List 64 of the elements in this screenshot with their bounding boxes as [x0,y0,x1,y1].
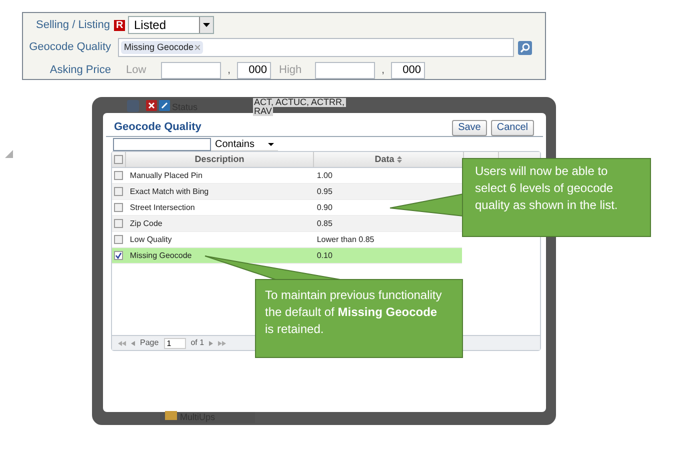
grid-row[interactable]: Missing Geocode 0.10 [112,248,462,264]
text-field[interactable] [161,62,221,78]
table-cell-text: Exact Match with Bing [128,186,210,198]
required-badge: R [114,20,126,30]
checkbox[interactable] [114,187,124,196]
checkbox[interactable] [114,251,124,260]
field-label: Asking Price [50,62,111,78]
tag-chip[interactable]: Missing Geocode [121,40,203,54]
page-number-field[interactable]: 1 [164,338,186,348]
table-cell-text: Zip Code [128,218,164,230]
text-field[interactable]: 000 [237,62,271,78]
grid-row[interactable]: Exact Match with Bing 0.95 [112,184,462,200]
caret-icon [203,23,210,27]
column-header[interactable]: Description [194,152,244,166]
field-label: Geocode Quality [29,40,111,56]
edit-icon [159,100,170,111]
grid-row[interactable]: Zip Code 0.85 [112,216,462,232]
table-cell-text: 0.85 [316,218,334,230]
status-value: ACT, ACTUC, ACTRR, [253,98,346,107]
status-dropdown[interactable]: Listed [128,16,214,34]
checkbox[interactable] [114,219,124,228]
close-icon[interactable] [194,45,200,50]
column-header[interactable]: Data [374,152,394,166]
separator-text: , [226,62,232,78]
pager-label: Page [140,337,159,349]
field-label: Selling / Listing [36,18,110,33]
table-cell-text: Street Intersection [128,202,196,214]
dialog-title: Geocode Quality [114,120,202,136]
grid-row[interactable]: Manually Placed Pin 1.00 [112,168,462,184]
table-cell-text: Low Quality [128,234,173,246]
grid-row[interactable]: Low Quality Lower than 0.85 [112,232,462,248]
table-cell-text: 0.90 [316,202,334,214]
text-field[interactable] [315,62,375,78]
dialog-button[interactable]: Save [452,120,487,136]
operator-dropdown[interactable]: Contains [211,138,278,151]
table-cell-text: 1.00 [316,170,334,182]
range-label: High [279,62,303,78]
previous-page-icon[interactable] [131,340,135,346]
checkbox[interactable] [114,171,124,180]
tag-input-field[interactable]: Missing Geocode [118,38,514,57]
sort-icon[interactable] [397,156,402,163]
separator-text: , [380,62,386,78]
triangle-icon [5,150,13,158]
caret-icon [268,142,274,146]
last-page-icon[interactable] [218,340,226,346]
table-cell-text: Manually Placed Pin [128,170,204,182]
range-label: Low [126,62,148,78]
filter-input-field[interactable] [113,138,211,151]
checkbox[interactable] [114,155,123,164]
checkbox[interactable] [114,235,124,244]
status-value: RAV [253,107,273,116]
pager-label: of 1 [190,337,204,349]
table-cell-text: Missing Geocode [128,250,193,262]
next-page-icon[interactable] [209,340,214,346]
table-cell-text: 0.95 [316,186,334,198]
delete-icon [146,100,157,111]
first-page-icon[interactable] [118,340,126,346]
dialog-button[interactable]: Cancel [490,120,534,136]
table-cell-text: 0.10 [316,250,334,262]
checkbox[interactable] [114,203,124,212]
table-cell-text: Lower than 0.85 [316,234,376,246]
folder-icon [165,411,177,420]
text-field[interactable]: 000 [391,62,425,78]
callout: Users will now be able to select 6 levels of geocode quality as shown in the list. [462,158,651,237]
